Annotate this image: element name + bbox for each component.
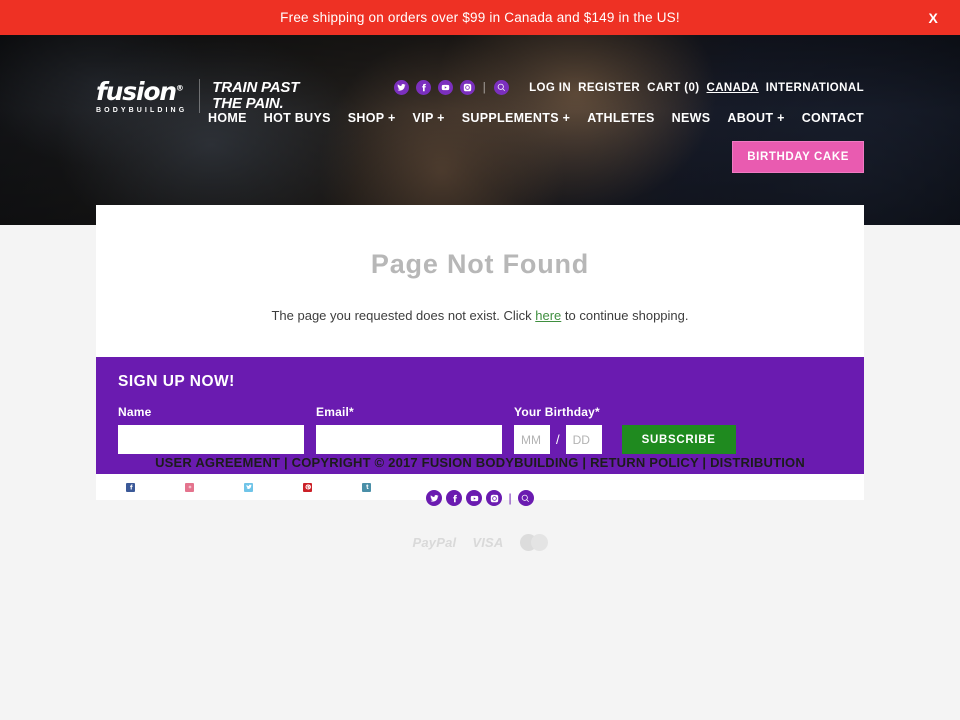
- search-icon[interactable]: [494, 80, 510, 95]
- tagline-line-2: THE PAIN.: [212, 94, 284, 112]
- site-logo[interactable]: fusion® BODYBUILDING TRAIN PAST THE PAIN…: [96, 79, 299, 114]
- nav-item-about[interactable]: ABOUT +: [727, 111, 784, 125]
- nav-label: ABOUT: [727, 111, 774, 125]
- footer-social-row: |: [0, 490, 960, 534]
- nav-item-news[interactable]: NEWS: [672, 111, 711, 125]
- facebook-icon[interactable]: [415, 80, 431, 95]
- register-link[interactable]: REGISTER: [578, 82, 640, 94]
- plus-icon: +: [777, 111, 785, 125]
- nav-label: NEWS: [671, 111, 711, 125]
- nav-item-hot-buys[interactable]: HOT BUYS: [264, 111, 331, 125]
- logo-divider: [199, 79, 201, 113]
- hero-header: fusion® BODYBUILDING TRAIN PAST THE PAIN…: [0, 35, 960, 225]
- name-field-group: Name: [118, 405, 304, 454]
- announcement-bar: Free shipping on orders over $99 in Cana…: [0, 0, 960, 35]
- signup-title: SIGN UP NOW!: [118, 373, 235, 390]
- twitter-icon[interactable]: [393, 80, 409, 95]
- footer-link-distribution[interactable]: DISTRIBUTION: [710, 455, 805, 470]
- footer-link-user-agreement[interactable]: USER AGREEMENT: [155, 455, 280, 470]
- mastercard-logo: [519, 534, 548, 551]
- message-after: to continue shopping.: [561, 308, 689, 323]
- footer-links: USER AGREEMENT | COPYRIGHT © 2017 FUSION…: [0, 455, 960, 490]
- visa-logo: VISA: [472, 535, 504, 550]
- nav-label: CONTACT: [801, 111, 864, 125]
- tagline: TRAIN PAST THE PAIN.: [212, 79, 299, 111]
- email-field-group: Email*: [316, 405, 502, 454]
- subscribe-button[interactable]: SUBSCRIBE: [621, 425, 736, 454]
- nav-label: ATHLETES: [587, 111, 655, 125]
- birthday-month-input[interactable]: [514, 425, 550, 454]
- payment-methods: PayPal VISA: [0, 534, 960, 551]
- footer-separator: |: [582, 455, 591, 470]
- name-label: Name: [118, 405, 152, 419]
- page-title: Page Not Found: [370, 249, 590, 279]
- nav-item-shop[interactable]: SHOP +: [348, 111, 396, 125]
- birthday-day-input[interactable]: [565, 425, 602, 454]
- twitter-icon[interactable]: [426, 490, 443, 506]
- nav-item-vip[interactable]: VIP +: [413, 111, 445, 125]
- page-message: The page you requested does not exist. C…: [96, 284, 864, 357]
- instagram-icon[interactable]: [486, 490, 503, 506]
- nav-label: VIP: [412, 111, 434, 125]
- tagline-line-1: TRAIN PAST: [212, 79, 300, 96]
- nav-label: HOME: [208, 111, 247, 125]
- plus-icon: +: [387, 111, 396, 125]
- logo-wordmark: fusion: [96, 77, 177, 106]
- footer-link-copyright[interactable]: COPYRIGHT © 2017 FUSION BODYBUILDING: [292, 455, 579, 470]
- nav-item-home[interactable]: HOME: [208, 111, 247, 125]
- footer-social-separator: |: [508, 491, 512, 505]
- birthday-cake-button[interactable]: BIRTHDAY CAKE: [732, 141, 864, 173]
- nav-item-contact[interactable]: CONTACT: [802, 111, 864, 125]
- birthday-separator: /: [556, 432, 560, 447]
- utility-nav: | LOG IN REGISTER CART (0) CANADA INTERN…: [393, 80, 864, 95]
- paypal-logo: PayPal: [412, 535, 457, 550]
- search-icon[interactable]: [517, 490, 534, 506]
- close-icon[interactable]: X: [928, 11, 938, 25]
- continue-shopping-link[interactable]: here: [535, 308, 561, 323]
- region-canada-link[interactable]: CANADA: [707, 82, 759, 94]
- name-input[interactable]: [118, 425, 304, 454]
- email-label: Email*: [316, 405, 354, 419]
- nav-label: HOT BUYS: [263, 111, 331, 125]
- youtube-icon[interactable]: [466, 490, 483, 506]
- login-link[interactable]: LOG IN: [529, 82, 571, 94]
- nav-label: SUPPLEMENTS: [461, 111, 559, 125]
- facebook-icon[interactable]: [446, 490, 463, 506]
- nav-item-athletes[interactable]: ATHLETES: [587, 111, 654, 125]
- main-nav: HOME HOT BUYS SHOP + VIP + SUPPLEMENTS +…: [208, 111, 864, 125]
- youtube-icon[interactable]: [437, 80, 453, 95]
- footer-separator: |: [284, 455, 292, 470]
- announcement-text: Free shipping on orders over $99 in Cana…: [280, 10, 680, 25]
- plus-icon: +: [562, 111, 571, 125]
- region-international-link[interactable]: INTERNATIONAL: [766, 82, 864, 94]
- nav-item-supplements[interactable]: SUPPLEMENTS +: [462, 111, 570, 125]
- utility-separator: |: [482, 81, 487, 94]
- logo-subtitle: BODYBUILDING: [96, 107, 188, 114]
- email-input[interactable]: [316, 425, 502, 454]
- plus-icon: +: [437, 111, 445, 125]
- nav-label: SHOP: [347, 111, 385, 125]
- registered-mark: ®: [175, 83, 184, 93]
- footer-link-return-policy[interactable]: RETURN POLICY: [590, 455, 699, 470]
- birthday-field-group: Your Birthday* / SUBSCRIBE: [514, 405, 736, 454]
- message-before: The page you requested does not exist. C…: [271, 308, 536, 323]
- cart-link[interactable]: CART (0): [647, 82, 699, 94]
- footer: USER AGREEMENT | COPYRIGHT © 2017 FUSION…: [0, 455, 960, 551]
- footer-separator: |: [702, 455, 711, 470]
- birthday-label: Your Birthday*: [514, 405, 600, 419]
- instagram-icon[interactable]: [459, 80, 475, 95]
